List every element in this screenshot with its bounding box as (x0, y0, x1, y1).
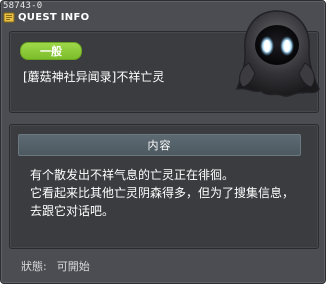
quest-status: 狀態: 可開始 (21, 258, 90, 274)
quest-name: [蘑菇神社异闻录]不祥亡灵 (23, 70, 165, 84)
description-line: 有个散发出不祥气息的亡灵正在徘徊。 (30, 168, 235, 182)
description-line: 去跟它对话吧。 (30, 204, 115, 218)
window-title: QUEST INFO (18, 11, 90, 23)
quest-description: 有个散发出不祥气息的亡灵正在徘徊。 它看起来比其他亡灵阴森得多，但为了搜集信息，… (30, 166, 300, 220)
hooded-ghost-portrait (233, 5, 321, 105)
status-value: 可開始 (56, 260, 90, 273)
quest-info-window: 58743-0 QUEST INFO 一般 [蘑菇神社异闻录]不祥亡灵 内容 有… (0, 0, 326, 284)
status-label: 狀態: (21, 260, 47, 273)
category-badge: 一般 (20, 42, 82, 60)
title-bar[interactable]: QUEST INFO (3, 10, 89, 24)
description-line: 它看起来比其他亡灵阴森得多，但为了搜集信息， (30, 186, 295, 200)
content-section-header: 内容 (18, 134, 301, 156)
quest-scroll-icon (3, 11, 15, 23)
